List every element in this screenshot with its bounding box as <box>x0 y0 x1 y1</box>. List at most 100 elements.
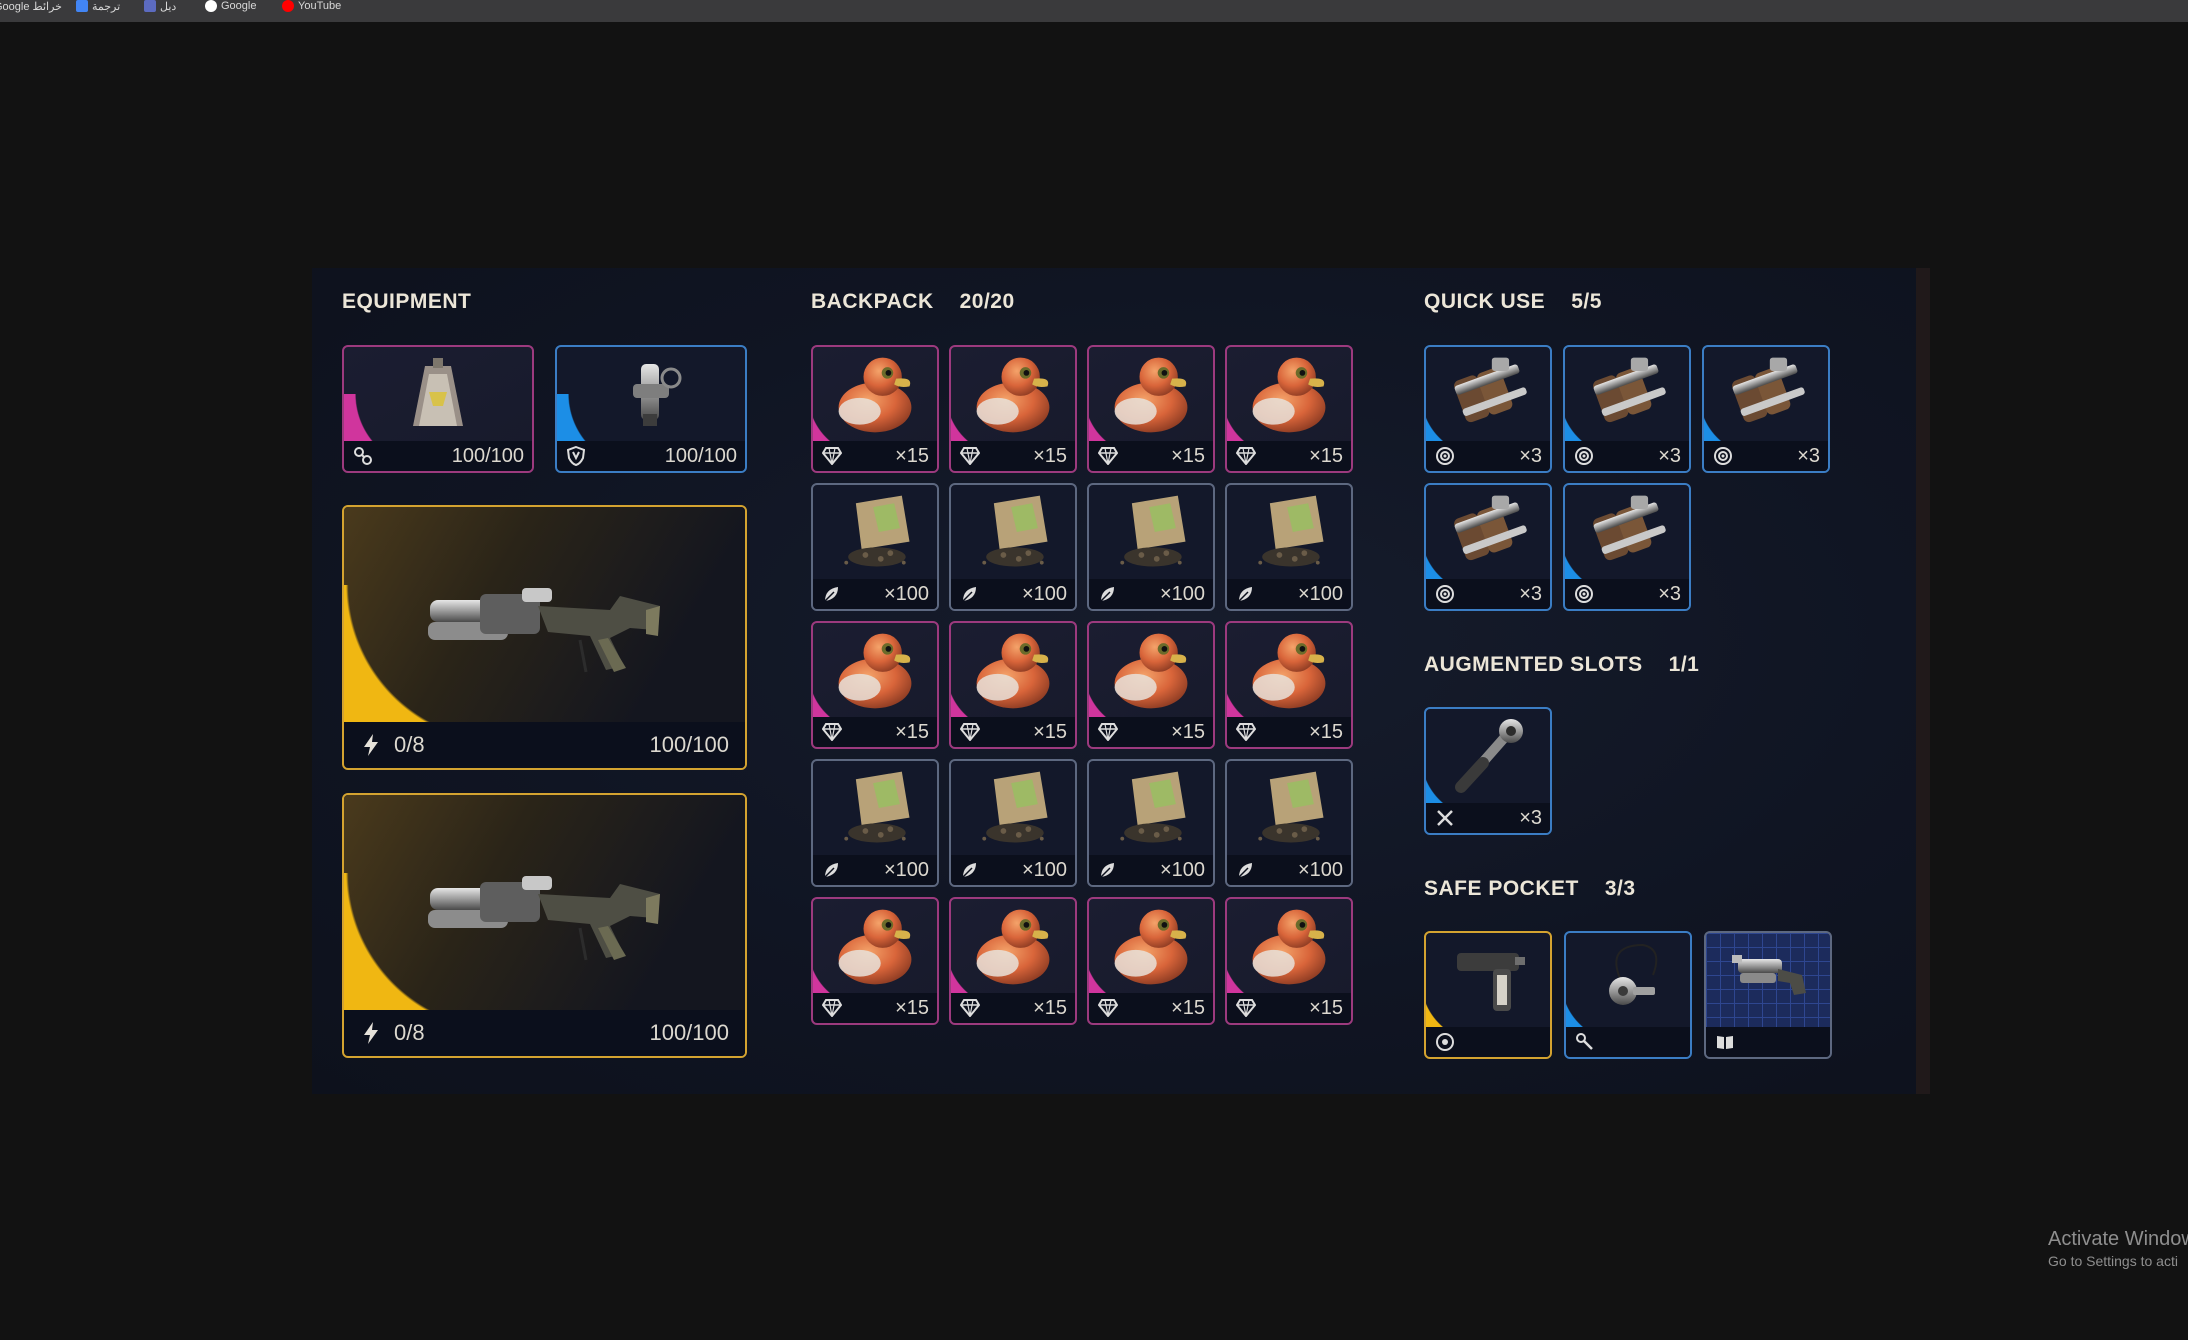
backpack-slot-5[interactable]: ×100 <box>811 483 939 611</box>
seedbag-art <box>1089 485 1213 579</box>
backpack-slot-17[interactable]: ×15 <box>811 897 939 1025</box>
safe-pocket-slot-3[interactable] <box>1704 931 1832 1059</box>
quick-use-slot-5[interactable]: ×3 <box>1563 483 1691 611</box>
augmented-slot-1[interactable]: ×3 <box>1424 707 1552 835</box>
leaf-icon <box>1235 859 1257 881</box>
item-quantity: ×15 <box>1171 996 1205 1019</box>
backpack-slot-7[interactable]: ×100 <box>1087 483 1215 611</box>
windows-activation-watermark: Activate Window Go to Settings to acti <box>2048 1228 2188 1269</box>
backpack-slot-16[interactable]: ×100 <box>1225 759 1353 887</box>
seedbag-art <box>813 761 937 855</box>
safe-pocket-title-text: SAFE POCKET <box>1424 877 1579 900</box>
safe-pocket-slot-1[interactable] <box>1424 931 1552 1059</box>
backpack-slot-11[interactable]: ×15 <box>1087 621 1215 749</box>
weapon-1-art <box>344 507 745 722</box>
backpack-slot-1[interactable]: ×15 <box>811 345 939 473</box>
weapon-slot-2[interactable]: 0/8 100/100 <box>342 793 747 1058</box>
weapon-1-ammo: 0/8 <box>394 732 425 757</box>
slot-footer: ×3 <box>1565 441 1689 471</box>
item-quantity: ×15 <box>895 996 929 1019</box>
backpack-slot-9[interactable]: ×15 <box>811 621 939 749</box>
bookmark-maps-label: Google خرائط <box>0 0 62 13</box>
gem-icon <box>959 721 981 743</box>
backpack-slot-15[interactable]: ×100 <box>1087 759 1215 887</box>
backpack-slot-6[interactable]: ×100 <box>949 483 1077 611</box>
equipment-title-text: EQUIPMENT <box>342 290 472 313</box>
weapon-slot-1[interactable]: 0/8 100/100 <box>342 505 747 770</box>
bookmark-translate-label: ترجمة <box>92 0 121 13</box>
weapon-2-footer: 0/8 100/100 <box>344 1010 745 1056</box>
backpack-slot-19[interactable]: ×15 <box>1087 897 1215 1025</box>
item-quantity: ×15 <box>1171 444 1205 467</box>
grenade-art <box>1426 347 1550 441</box>
bookmark-icon <box>144 0 156 12</box>
grenade-art <box>1704 347 1828 441</box>
backpack-slot-20[interactable]: ×15 <box>1225 897 1353 1025</box>
translate-icon <box>76 0 88 12</box>
duck-art <box>1227 623 1351 717</box>
backpack-slot-8[interactable]: ×100 <box>1225 483 1353 611</box>
item-quantity: ×15 <box>1033 720 1067 743</box>
quick-use-slot-3[interactable]: ×3 <box>1702 345 1830 473</box>
pistol-art <box>1426 933 1550 1027</box>
item-quantity: ×15 <box>1033 996 1067 1019</box>
youtube-icon <box>282 0 294 12</box>
item-quantity: ×3 <box>1797 444 1820 467</box>
duck-art <box>1227 347 1351 441</box>
item-quantity: ×100 <box>883 858 929 881</box>
slot-footer: ×15 <box>1089 993 1213 1023</box>
leaf-icon <box>1097 859 1119 881</box>
slot-footer: ×100 <box>1227 579 1351 609</box>
bookmark-youtube[interactable]: YouTube <box>282 0 341 12</box>
bookmark-maps[interactable]: Google خرائط <box>0 0 62 13</box>
bookmark-dell[interactable]: ديل <box>144 0 177 13</box>
safe-pocket-slot-2[interactable] <box>1564 931 1692 1059</box>
safe-pocket-footer-1 <box>1426 1027 1550 1057</box>
item-quantity: ×100 <box>883 582 929 605</box>
item-quantity: ×3 <box>1658 582 1681 605</box>
gem-icon <box>959 445 981 467</box>
shield-durability: 100/100 <box>664 444 737 467</box>
slot-footer: ×15 <box>813 441 937 471</box>
slot-footer: ×100 <box>1227 855 1351 885</box>
shield-slot[interactable]: 100/100 <box>555 345 747 473</box>
slot-footer: ×100 <box>1089 579 1213 609</box>
duck-art <box>813 347 937 441</box>
backpack-slot-4[interactable]: ×15 <box>1225 345 1353 473</box>
bookmark-dell-label: ديل <box>160 0 177 13</box>
item-quantity: ×15 <box>1309 996 1343 1019</box>
slot-footer: ×15 <box>813 993 937 1023</box>
gem-icon <box>1097 721 1119 743</box>
augmented-footer: ×3 <box>1426 803 1550 833</box>
slot-footer: ×15 <box>1227 993 1351 1023</box>
backpack-slot-2[interactable]: ×15 <box>949 345 1077 473</box>
backpack-slot-18[interactable]: ×15 <box>949 897 1077 1025</box>
quick-use-slot-4[interactable]: ×3 <box>1424 483 1552 611</box>
slot-footer: ×3 <box>1426 441 1550 471</box>
quick-use-slot-2[interactable]: ×3 <box>1563 345 1691 473</box>
bookmark-translate[interactable]: ترجمة <box>76 0 121 13</box>
backpack-slot-3[interactable]: ×15 <box>1087 345 1215 473</box>
target-icon <box>1573 445 1595 467</box>
slot-footer: ×100 <box>813 855 937 885</box>
bookmark-google[interactable]: Google <box>205 0 256 12</box>
duck-art <box>1089 623 1213 717</box>
quick-use-slot-1[interactable]: ×3 <box>1424 345 1552 473</box>
leaf-icon <box>821 859 843 881</box>
backpack-slot-12[interactable]: ×15 <box>1225 621 1353 749</box>
google-icon <box>205 0 217 12</box>
backpack-slot-10[interactable]: ×15 <box>949 621 1077 749</box>
gem-icon <box>821 445 843 467</box>
seedbag-art <box>951 485 1075 579</box>
duck-art <box>951 347 1075 441</box>
quick-use-title-text: QUICK USE <box>1424 290 1546 313</box>
augment-slot[interactable]: 100/100 <box>342 345 534 473</box>
bookmark-google-label: Google <box>221 0 257 12</box>
backpack-slot-14[interactable]: ×100 <box>949 759 1077 887</box>
backpack-slot-13[interactable]: ×100 <box>811 759 939 887</box>
tools-icon <box>1434 807 1456 829</box>
book-icon <box>1714 1031 1736 1053</box>
quick-use-count: 5/5 <box>1571 290 1602 313</box>
augmented-qty: ×3 <box>1519 806 1542 829</box>
seedbag-art <box>1227 485 1351 579</box>
